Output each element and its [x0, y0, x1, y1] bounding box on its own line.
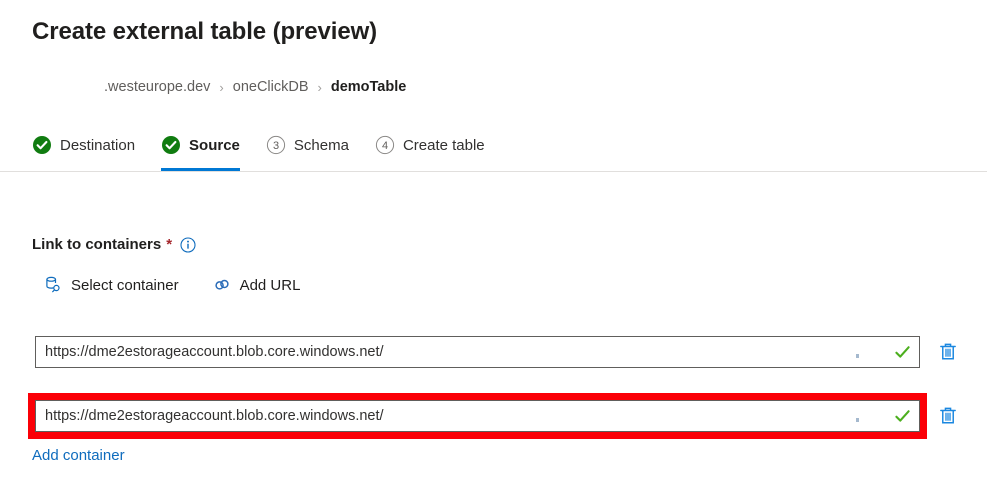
- required-marker: *: [166, 236, 173, 253]
- add-url-button[interactable]: Add URL: [213, 276, 301, 294]
- step-source[interactable]: Source: [161, 128, 240, 171]
- field-label-text: Link to containers: [32, 236, 162, 253]
- container-url-field-wrapper: [35, 400, 920, 432]
- svg-text:3: 3: [273, 140, 279, 152]
- container-url-input[interactable]: [36, 401, 919, 431]
- add-container-link[interactable]: Add container: [32, 447, 125, 464]
- step-label-schema: Schema: [293, 136, 349, 154]
- container-url-input[interactable]: [36, 337, 919, 367]
- select-container-button[interactable]: Select container: [44, 276, 179, 294]
- redaction-artifact: [856, 354, 859, 358]
- step-number-icon: 3: [266, 135, 286, 155]
- step-create-table[interactable]: 4 Create table: [375, 128, 485, 162]
- add-url-label: Add URL: [239, 276, 301, 294]
- container-row: [35, 336, 961, 368]
- step-schema[interactable]: 3 Schema: [266, 128, 349, 162]
- green-check-icon: [894, 344, 911, 361]
- step-label-destination: Destination: [60, 136, 136, 154]
- wizard-steps: Destination Source 3 Schema 4 Create tab…: [32, 128, 485, 171]
- link-icon: [213, 276, 231, 294]
- check-circle-icon: [161, 135, 181, 155]
- breadcrumb-item-0[interactable]: .westeurope.dev: [104, 79, 210, 95]
- breadcrumb-separator: ›: [317, 79, 322, 95]
- step-destination[interactable]: Destination: [32, 128, 135, 162]
- step-label-source: Source: [189, 136, 240, 154]
- green-check-icon: [894, 408, 911, 425]
- delete-container-button[interactable]: [935, 339, 961, 365]
- select-container-label: Select container: [71, 276, 179, 294]
- delete-container-button[interactable]: [935, 403, 961, 429]
- check-circle-icon: [32, 135, 52, 155]
- page-title: Create external table (preview): [32, 18, 378, 45]
- breadcrumb-separator: ›: [219, 79, 224, 95]
- steps-divider: [0, 171, 987, 172]
- breadcrumb-item-1[interactable]: oneClickDB: [233, 79, 309, 95]
- breadcrumb-item-current: demoTable: [330, 79, 407, 95]
- link-to-containers-label: Link to containers *: [32, 236, 196, 253]
- containers-command-bar: Select container Add URL: [44, 276, 334, 294]
- step-number-icon: 4: [375, 135, 395, 155]
- step-label-create-table: Create table: [402, 136, 485, 154]
- database-search-icon: [44, 276, 62, 294]
- container-url-field-wrapper: [35, 336, 920, 368]
- redaction-artifact: [856, 418, 859, 422]
- container-row: [35, 400, 961, 432]
- svg-text:4: 4: [382, 140, 388, 152]
- breadcrumb: .westeurope.dev › oneClickDB › demoTable: [104, 79, 406, 95]
- info-icon[interactable]: [180, 236, 196, 253]
